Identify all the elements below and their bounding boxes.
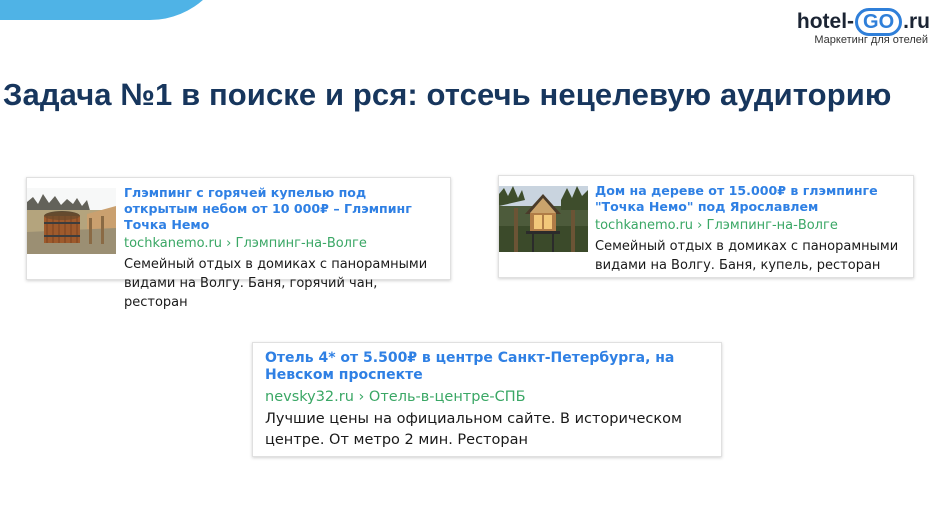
ad-title-link[interactable]: Глэмпинг с горячей купелью под открытым … <box>124 185 440 233</box>
hot-tub-photo-icon <box>27 188 116 254</box>
ad-description: Лучшие цены на официальном сайте. В исто… <box>265 411 682 448</box>
ad-image-treehouse[interactable] <box>499 186 588 252</box>
ad-card-2: Дом на дереве от 15.000₽ в глэмпинге "То… <box>498 175 914 278</box>
logo-badge: GO <box>855 8 903 36</box>
ad-description: Семейный отдых в домиках с панорамными в… <box>595 239 899 273</box>
logo-tagline: Маркетинг для отелей <box>814 34 928 46</box>
ad-url[interactable]: tochkanemo.ru › Глэмпинг-на-Волге <box>124 236 440 252</box>
ad-description: Семейный отдых в домиках с панорамными в… <box>124 257 428 310</box>
corner-decoration <box>0 0 230 20</box>
logo-suffix: .ru <box>903 10 930 33</box>
logo-prefix: hotel- <box>796 10 855 33</box>
ad-url[interactable]: tochkanemo.ru › Глэмпинг-на-Волге <box>595 218 903 234</box>
page-title: Задача №1 в поиске и рся: отсечь нецелев… <box>3 77 892 112</box>
ad-card-1: Глэмпинг с горячей купелью под открытым … <box>26 177 451 310</box>
ad-url[interactable]: nevsky32.ru › Отель-в-центре-СПБ <box>265 388 715 406</box>
ad-title-link[interactable]: Дом на дереве от 15.000₽ в глэмпинге "То… <box>595 183 903 215</box>
ad-title-link[interactable]: Отель 4* от 5.500₽ в центре Санкт-Петерб… <box>265 350 715 384</box>
ad-card-3: Отель 4* от 5.500₽ в центре Санкт-Петерб… <box>252 342 722 457</box>
treehouse-photo-icon <box>499 186 588 252</box>
hotel-go-logo: hotel- GO .ru Маркетинг для отелей <box>780 6 930 50</box>
logo-wordmark: hotel- GO .ru <box>797 8 930 36</box>
ad-image-hot-tub[interactable] <box>27 188 116 254</box>
